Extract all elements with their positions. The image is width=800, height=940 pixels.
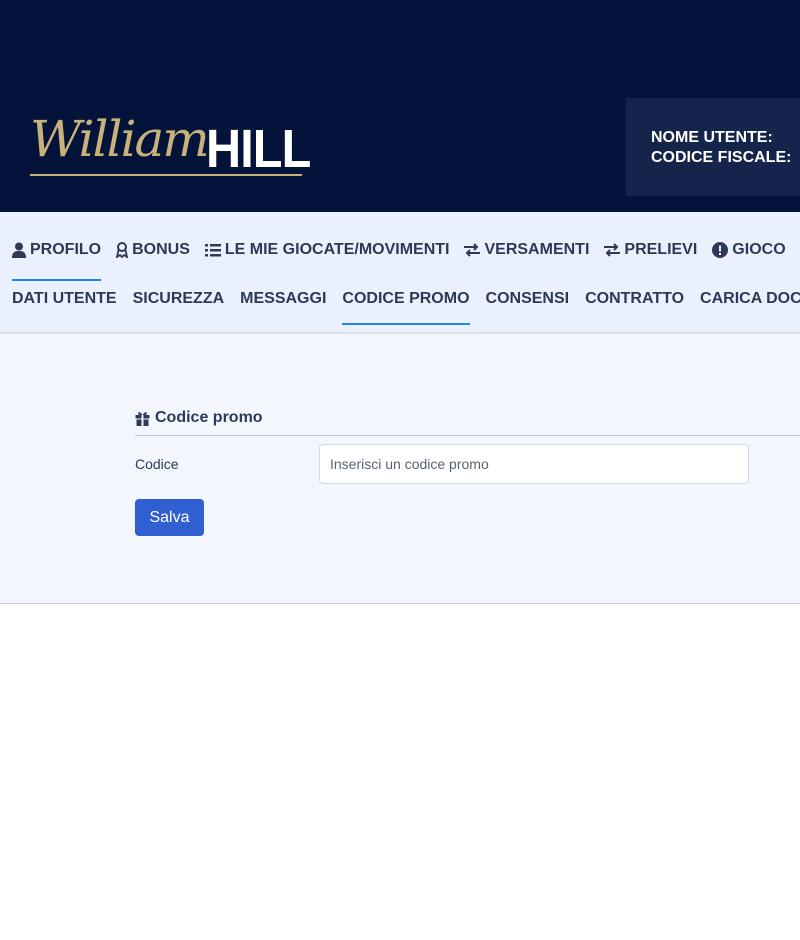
tab-giocate-movimenti[interactable]: LE MIE GIOCATE/MOVIMENTI (204, 240, 450, 260)
username-label: NOME UTENTE: (651, 129, 773, 146)
subtab-contratto[interactable]: CONTRATTO (585, 290, 684, 310)
exchange-icon (604, 243, 621, 257)
subtab-codice-promo[interactable]: CODICE PROMO (342, 290, 470, 325)
subtab-carica-doc[interactable]: CARICA DOC (700, 290, 800, 310)
tab-gioco-label: GIOCO (732, 241, 786, 258)
account-navigation: PROFILO BONUS LE MIE GIOCATE/MOVIMENTI V… (0, 212, 800, 332)
subtab-messaggi[interactable]: MESSAGGI (240, 290, 326, 310)
tab-versamenti-label: VERSAMENTI (484, 241, 590, 258)
section-divider (135, 435, 800, 436)
panel-bottom-divider (0, 603, 800, 604)
subtab-consensi[interactable]: CONSENSI (486, 290, 570, 310)
promo-code-label: Codice (135, 456, 179, 472)
save-button[interactable]: Salva (135, 499, 204, 536)
section-title: Codice promo (135, 409, 263, 427)
tab-bonus[interactable]: BONUS (116, 240, 190, 260)
tab-versamenti[interactable]: VERSAMENTI (464, 240, 589, 260)
subtab-dati-utente[interactable]: DATI UTENTE (12, 290, 117, 310)
exchange-icon (464, 243, 481, 257)
promo-code-input[interactable] (319, 444, 749, 484)
site-header: William HILL NOME UTENTE: CODICE FISCALE… (0, 0, 800, 212)
tab-profilo-label: PROFILO (30, 241, 102, 258)
alert-icon (712, 242, 729, 258)
tab-gioco[interactable]: GIOCO (712, 240, 786, 260)
tab-prelievi-label: PRELIEVI (624, 241, 698, 258)
subtab-sicurezza[interactable]: SICUREZZA (133, 290, 225, 310)
logo-script: William (30, 110, 210, 168)
tab-giocate-label: LE MIE GIOCATE/MOVIMENTI (224, 241, 450, 258)
promo-code-panel: Codice promo Codice Salva (0, 334, 800, 603)
tab-prelievi[interactable]: PRELIEVI (604, 240, 697, 260)
section-title-text: Codice promo (155, 409, 263, 426)
secondary-tabs: DATI UTENTE SICUREZZA MESSAGGI CODICE PR… (12, 290, 800, 325)
logo-bold: HILL (206, 119, 311, 179)
logo-underline (30, 174, 302, 176)
user-icon (12, 242, 26, 258)
user-info-box: NOME UTENTE: CODICE FISCALE: (626, 98, 800, 196)
ribbon-icon (116, 242, 129, 258)
william-hill-logo[interactable]: William HILL (30, 110, 311, 184)
tab-bonus-label: BONUS (132, 241, 190, 258)
fiscal-code-label: CODICE FISCALE: (651, 149, 792, 166)
primary-tabs: PROFILO BONUS LE MIE GIOCATE/MOVIMENTI V… (12, 240, 800, 281)
list-icon (204, 244, 221, 257)
gift-icon (135, 411, 150, 426)
tab-profilo[interactable]: PROFILO (12, 240, 102, 281)
